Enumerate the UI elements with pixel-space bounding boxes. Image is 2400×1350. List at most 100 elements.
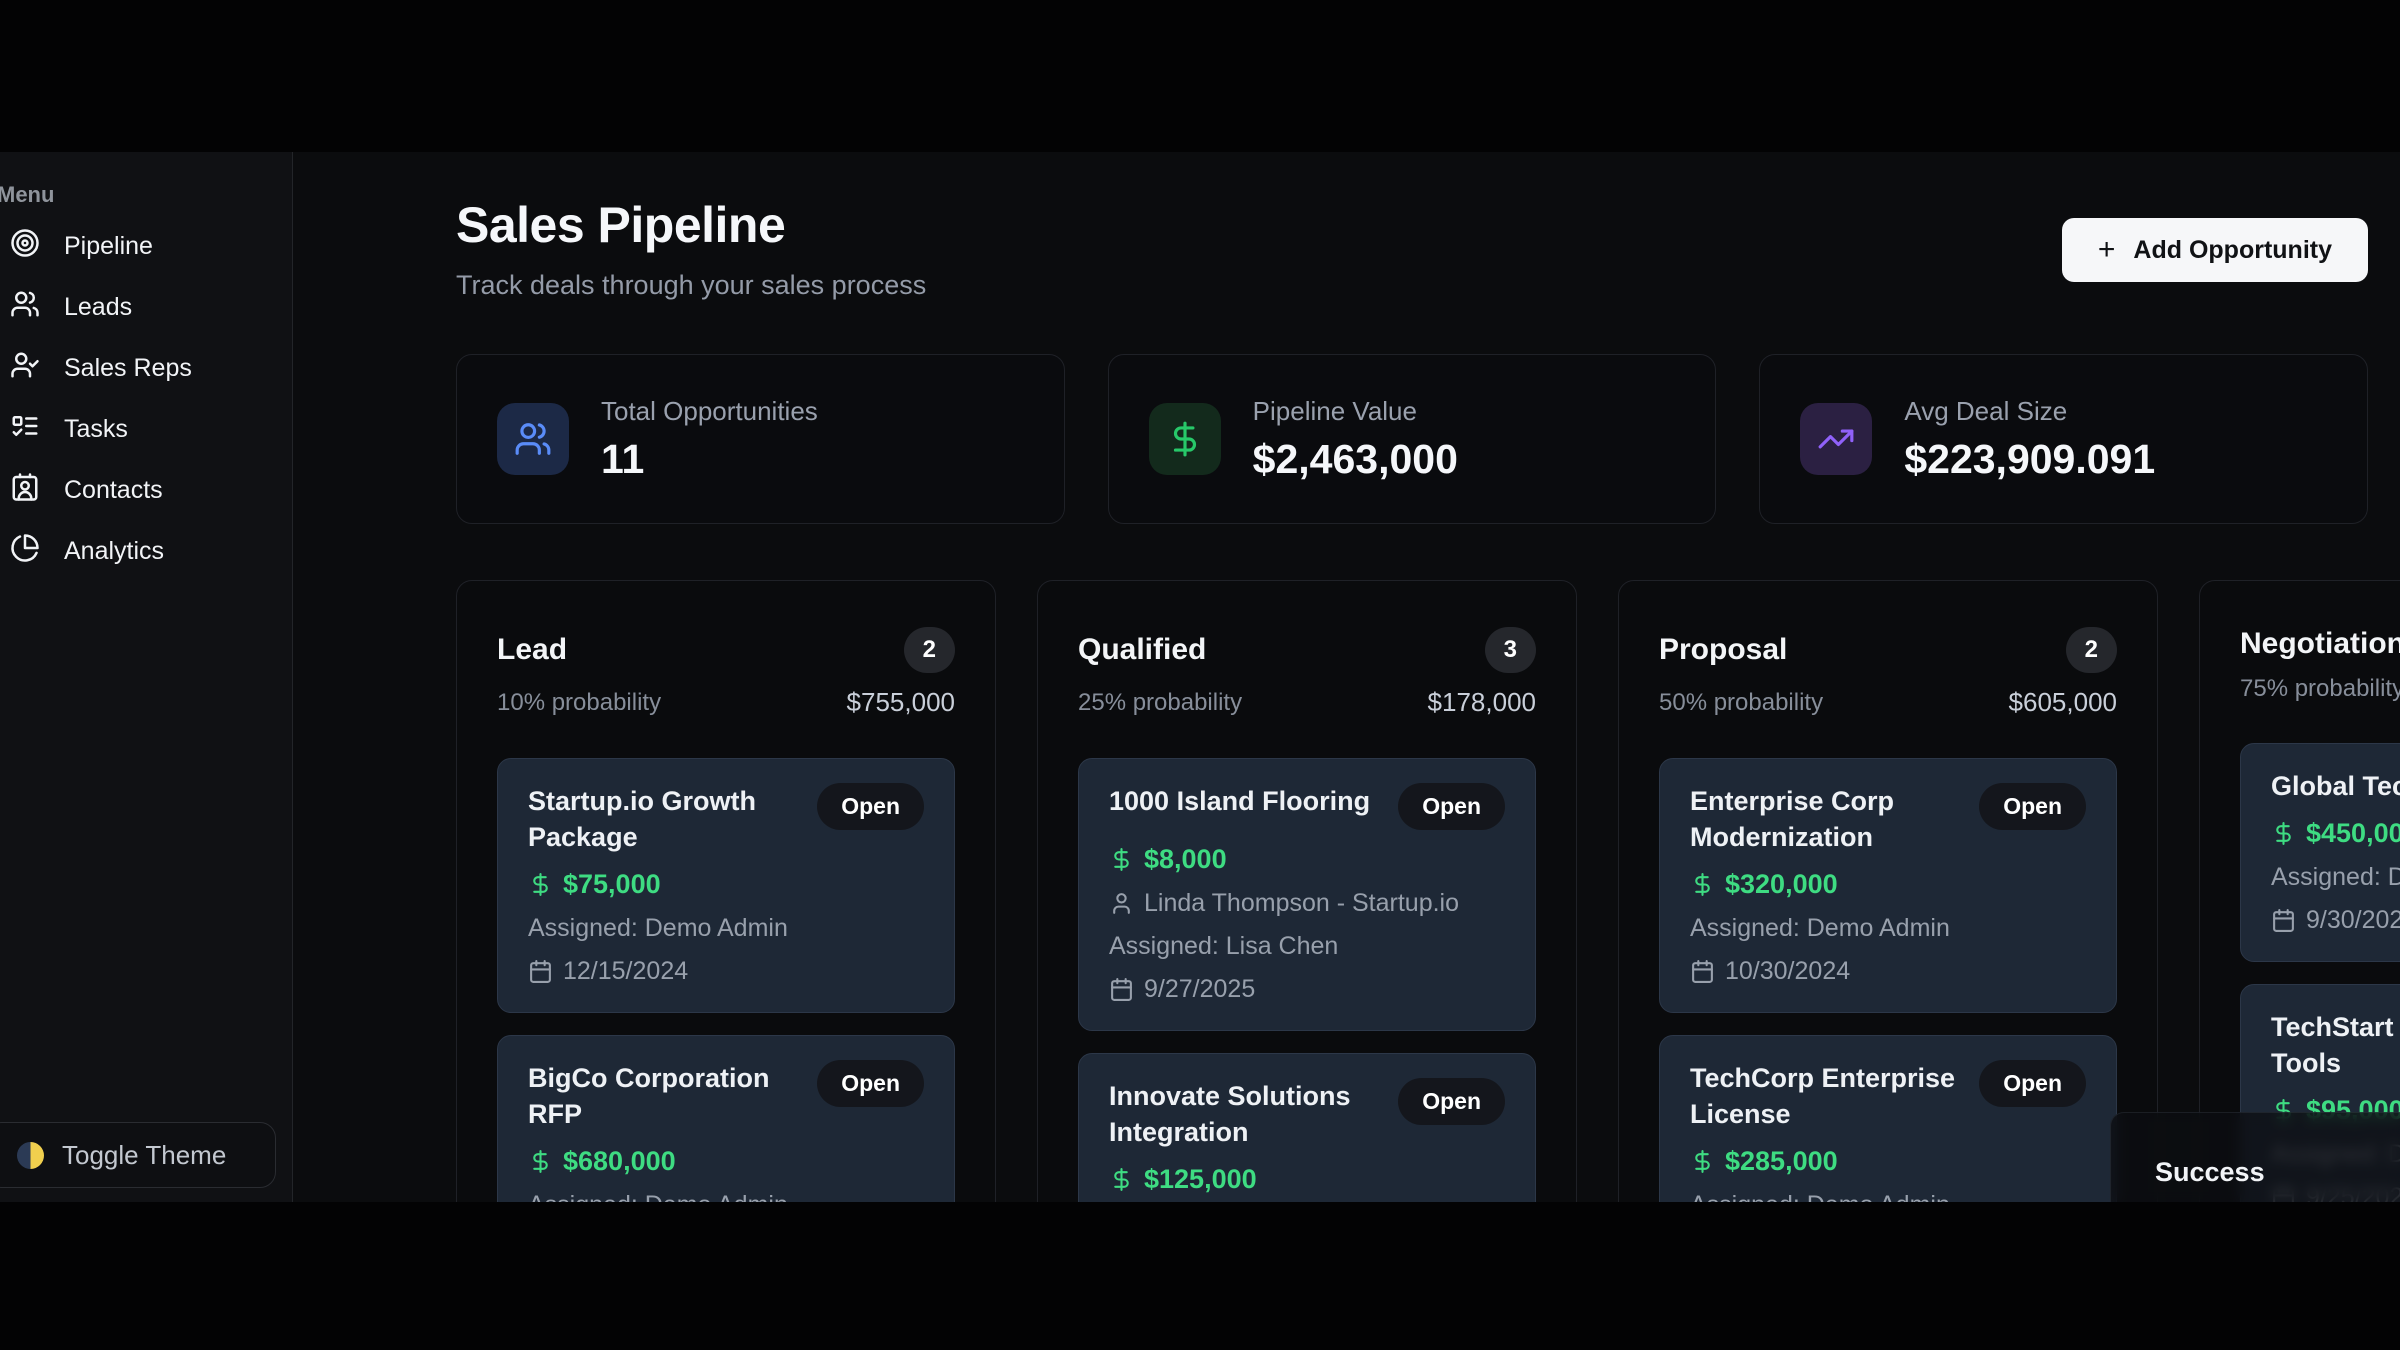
opportunity-title: TechStart Tools	[2271, 1009, 2394, 1081]
add-opportunity-button[interactable]: + Add Opportunity	[2062, 218, 2368, 282]
sidebar-item-leads[interactable]: Leads	[0, 285, 292, 329]
plus-icon: +	[2098, 233, 2116, 267]
column-total: $755,000	[847, 687, 955, 718]
page-title: Sales Pipeline	[456, 196, 926, 254]
sidebar-item-label: Sales Reps	[64, 354, 192, 383]
moon-icon	[17, 1142, 44, 1169]
column-name: Proposal	[1659, 633, 1787, 667]
opportunity-title: Innovate Solutions Integration	[1109, 1078, 1384, 1150]
user-icon	[1109, 891, 1134, 916]
toast-title: Success	[2155, 1157, 2400, 1188]
sidebar-item-sales-reps[interactable]: Sales Reps	[0, 346, 292, 390]
sidebar-item-label: Leads	[64, 293, 132, 322]
menu-label: Menu	[0, 182, 292, 208]
add-opportunity-label: Add Opportunity	[2133, 236, 2332, 265]
column-proposal: Proposal 2 50% probability $605,000 Ente…	[1618, 580, 2158, 1202]
main-content: Sales Pipeline Track deals through your …	[293, 152, 2400, 1202]
dollar-sign-icon	[1149, 403, 1221, 475]
toggle-theme-label: Toggle Theme	[62, 1140, 226, 1171]
stat-label: Avg Deal Size	[1904, 396, 2155, 427]
calendar-icon	[2271, 908, 2296, 933]
opportunity-date: 12/15/2024	[563, 957, 688, 986]
success-toast: Success	[2110, 1112, 2400, 1202]
column-name: Lead	[497, 633, 567, 667]
page-subtitle: Track deals through your sales process	[456, 270, 926, 301]
kanban-board: Lead 2 10% probability $755,000 Startup.…	[456, 580, 2368, 1202]
column-lead: Lead 2 10% probability $755,000 Startup.…	[456, 580, 996, 1202]
stat-value: 11	[601, 436, 818, 483]
sidebar-item-tasks[interactable]: Tasks	[0, 407, 292, 451]
toggle-theme-button[interactable]: Toggle Theme	[0, 1122, 276, 1188]
column-cards: Enterprise Corp Modernization Open $320,…	[1659, 758, 2117, 1202]
column-total: $605,000	[2009, 687, 2117, 718]
app-window: Menu Pipeline Leads Sales Reps Tasks Contact…	[0, 152, 2400, 1202]
opportunity-amount: $285,000	[1725, 1146, 1838, 1177]
sidebar-item-contacts[interactable]: Contacts	[0, 468, 292, 512]
opportunity-card[interactable]: Innovate Solutions Integration Open $125…	[1078, 1053, 1536, 1202]
dollar-sign-icon	[1690, 1149, 1715, 1174]
sidebar-item-pipeline[interactable]: Pipeline	[0, 224, 292, 268]
column-count-badge: 2	[904, 627, 955, 673]
opportunity-amount: $125,000	[1144, 1164, 1257, 1195]
dollar-sign-icon	[528, 1149, 553, 1174]
target-icon	[10, 228, 40, 265]
opportunity-amount: $8,000	[1144, 844, 1227, 875]
opportunity-date: 9/27/2025	[1144, 975, 1255, 1004]
sidebar: Menu Pipeline Leads Sales Reps Tasks Contact…	[0, 152, 293, 1202]
column-name: Qualified	[1078, 633, 1206, 667]
sidebar-nav: Pipeline Leads Sales Reps Tasks Contacts Anal…	[0, 224, 292, 573]
stat-label: Total Opportunities	[601, 396, 818, 427]
opportunity-amount: $450,000	[2306, 818, 2400, 849]
opportunity-assigned: Assigned: Demo Admin	[528, 1191, 788, 1202]
sidebar-item-label: Contacts	[64, 476, 163, 505]
opportunity-title: TechCorp Enterprise License	[1690, 1060, 1955, 1132]
stat-card: Total Opportunities 11	[456, 354, 1065, 524]
dollar-sign-icon	[1690, 872, 1715, 897]
opportunity-contact: Linda Thompson - Startup.io	[1144, 889, 1459, 918]
opportunity-title: Startup.io Growth Package	[528, 783, 803, 855]
stats-row: Total Opportunities 11 Pipeline Value $2…	[456, 354, 2368, 524]
dollar-sign-icon	[1109, 1167, 1134, 1192]
column-qualified: Qualified 3 25% probability $178,000 100…	[1037, 580, 1577, 1202]
status-badge: Open	[1398, 783, 1505, 830]
sidebar-item-label: Tasks	[64, 415, 128, 444]
stat-value: $223,909.091	[1904, 436, 2155, 483]
column-probability: 75% probability	[2240, 675, 2400, 703]
calendar-icon	[1690, 959, 1715, 984]
opportunity-title: 1000 Island Flooring	[1109, 783, 1370, 830]
calendar-icon	[528, 959, 553, 984]
opportunity-assigned: Assigned: Demo Admin	[1690, 914, 1950, 943]
opportunity-card[interactable]: BigCo Corporation RFP Open $680,000 Assi…	[497, 1035, 955, 1202]
title-block: Sales Pipeline Track deals through your …	[456, 196, 926, 301]
column-probability: 10% probability	[497, 689, 661, 717]
opportunity-card[interactable]: 1000 Island Flooring Open $8,000 Linda T…	[1078, 758, 1536, 1031]
opportunity-card[interactable]: Global Tech $450,000 Assigned: Demo Admi…	[2240, 743, 2400, 962]
opportunity-card[interactable]: TechCorp Enterprise License Open $285,00…	[1659, 1035, 2117, 1202]
opportunity-title: Global Tech	[2271, 768, 2400, 804]
users-icon	[497, 403, 569, 475]
sidebar-item-analytics[interactable]: Analytics	[0, 529, 292, 573]
opportunity-date: 9/30/2024	[2306, 906, 2400, 935]
opportunity-amount: $680,000	[563, 1146, 676, 1177]
stat-value: $2,463,000	[1253, 436, 1458, 483]
opportunity-assigned: Assigned: Demo Admin	[528, 914, 788, 943]
status-badge: Open	[1979, 1060, 2086, 1107]
stat-card: Pipeline Value $2,463,000	[1108, 354, 1717, 524]
column-total: $178,000	[1428, 687, 1536, 718]
column-probability: 50% probability	[1659, 689, 1823, 717]
list-todo-icon	[10, 411, 40, 448]
opportunity-title: BigCo Corporation RFP	[528, 1060, 803, 1132]
column-cards: 1000 Island Flooring Open $8,000 Linda T…	[1078, 758, 1536, 1202]
users-icon	[10, 289, 40, 326]
column-count-badge: 3	[1485, 627, 1536, 673]
opportunity-card[interactable]: Enterprise Corp Modernization Open $320,…	[1659, 758, 2117, 1013]
opportunity-assigned: Assigned: Demo Admin	[2271, 863, 2400, 892]
opportunity-amount: $75,000	[563, 869, 661, 900]
opportunity-card[interactable]: Startup.io Growth Package Open $75,000 A…	[497, 758, 955, 1013]
opportunity-title: Enterprise Corp Modernization	[1690, 783, 1894, 855]
dollar-sign-icon	[528, 872, 553, 897]
column-negotiation: Negotiation 75% probability Global Tech …	[2199, 580, 2400, 1202]
stat-card: Avg Deal Size $223,909.091	[1759, 354, 2368, 524]
dollar-sign-icon	[1109, 847, 1134, 872]
pie-chart-icon	[10, 533, 40, 570]
